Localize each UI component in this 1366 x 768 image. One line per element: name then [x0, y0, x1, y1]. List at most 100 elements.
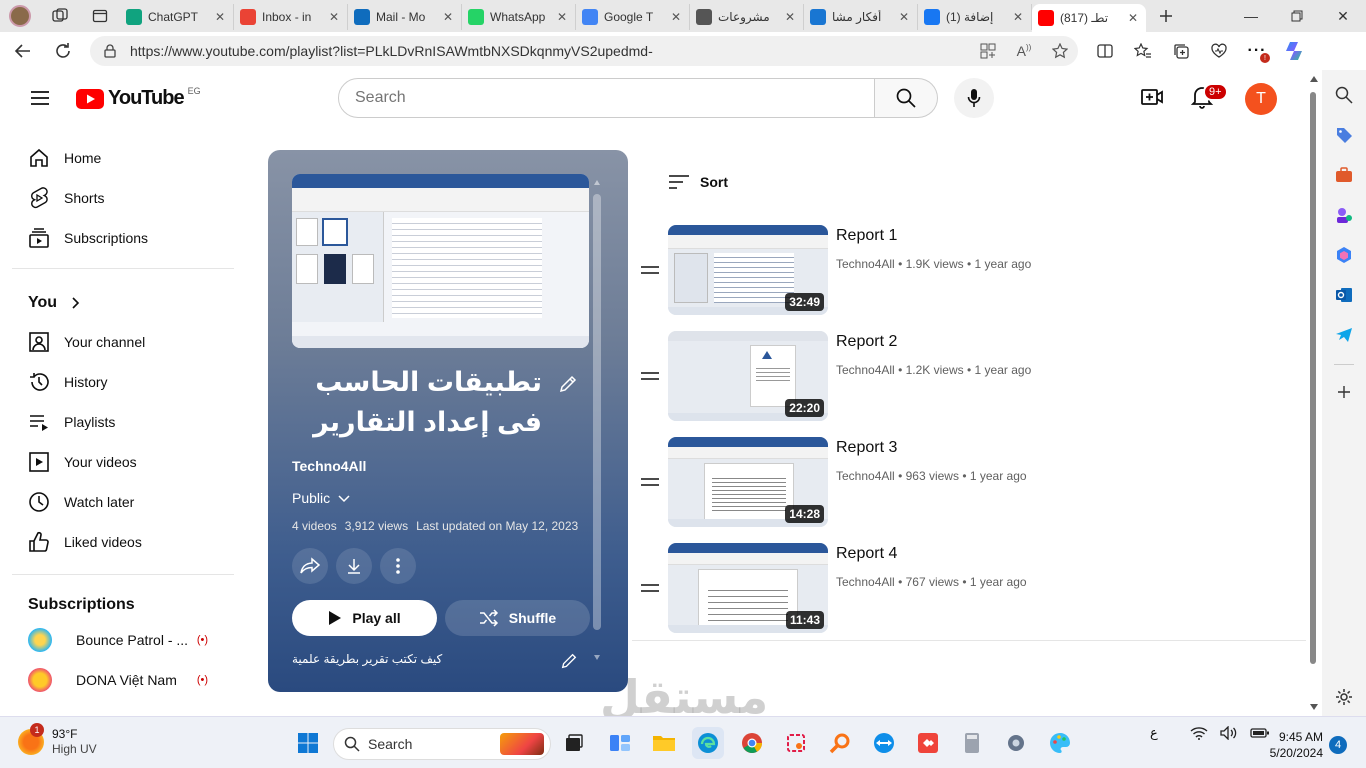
video-title[interactable]: Report 3	[836, 439, 897, 457]
video-thumbnail[interactable]: 22:20	[668, 331, 828, 421]
guide-item-your-videos[interactable]: Your videos	[16, 442, 236, 482]
playlist-owner-link[interactable]: Techno4All	[292, 458, 366, 474]
guide-item-your-channel[interactable]: Your channel	[16, 322, 236, 362]
close-window-button[interactable]: ✕	[1320, 0, 1366, 32]
search-input[interactable]	[338, 78, 875, 118]
guide-item-history[interactable]: History	[16, 362, 236, 402]
favorite-star-icon[interactable]	[1042, 43, 1078, 59]
input-language-indicator[interactable]: ع	[1150, 725, 1158, 741]
video-channel[interactable]: Techno4All	[836, 363, 895, 377]
split-screen-icon[interactable]	[1086, 35, 1124, 67]
video-channel[interactable]: Techno4All	[836, 257, 895, 271]
more-actions-button[interactable]	[380, 548, 416, 584]
task-view-icon[interactable]	[558, 727, 590, 759]
video-channel[interactable]: Techno4All	[836, 575, 895, 589]
browser-tab[interactable]: Mail - Mo ✕	[348, 4, 462, 30]
tools-briefcase-icon[interactable]	[1329, 160, 1359, 190]
app-available-icon[interactable]	[970, 43, 1006, 59]
playlist-video-item[interactable]: 14:28 Report 3 Techno4All • 963 views • 1 …	[632, 437, 1308, 537]
playlist-video-item[interactable]: 11:43 Report 4 Techno4All • 767 views • 1 …	[632, 543, 1308, 643]
create-button[interactable]	[1140, 86, 1164, 108]
page-scrollbar[interactable]	[1306, 70, 1322, 716]
teamviewer-icon[interactable]	[868, 727, 900, 759]
magnifier-app-icon[interactable]	[824, 727, 856, 759]
edit-description-pencil-icon[interactable]	[560, 652, 578, 670]
browser-tab[interactable]: أفكار مشا ✕	[804, 4, 918, 30]
anydesk-icon[interactable]	[912, 727, 944, 759]
download-button[interactable]	[336, 548, 372, 584]
start-button[interactable]	[292, 727, 324, 759]
browser-tab[interactable]: مشروعات ✕	[690, 4, 804, 30]
microsoft-365-icon[interactable]	[1329, 240, 1359, 270]
video-title[interactable]: Report 2	[836, 333, 897, 351]
minimize-button[interactable]: —	[1228, 0, 1274, 32]
paint-app-icon[interactable]	[1044, 727, 1076, 759]
workspaces-icon[interactable]	[40, 0, 80, 32]
account-avatar[interactable]: T	[1245, 83, 1277, 115]
read-aloud-icon[interactable]: A))	[1006, 43, 1042, 59]
search-button[interactable]	[875, 78, 938, 118]
tab-close-icon[interactable]: ✕	[1126, 11, 1140, 25]
tab-close-icon[interactable]: ✕	[669, 10, 683, 24]
share-button[interactable]	[292, 548, 328, 584]
playlist-thumbnail[interactable]	[292, 174, 589, 348]
favorites-icon[interactable]	[1124, 35, 1162, 67]
games-icon[interactable]	[1329, 200, 1359, 230]
outlook-icon[interactable]	[1329, 280, 1359, 310]
taskbar-search[interactable]: Search	[333, 728, 551, 760]
drag-handle-icon[interactable]	[640, 583, 660, 593]
playlist-video-item[interactable]: 22:20 Report 2 Techno4All • 1.2K views • 1…	[632, 331, 1308, 431]
drag-handle-icon[interactable]	[640, 477, 660, 487]
play-all-button[interactable]: Play all	[292, 600, 437, 636]
guide-item-home[interactable]: Home	[16, 138, 236, 178]
browser-essentials-icon[interactable]	[1200, 35, 1238, 67]
settings-app-icon[interactable]	[1000, 727, 1032, 759]
wifi-icon[interactable]	[1190, 726, 1208, 740]
refresh-button[interactable]	[46, 35, 80, 67]
subscription-item[interactable]: Bounce Patrol - ... (•)	[16, 620, 236, 660]
drag-handle-icon[interactable]	[640, 265, 660, 275]
browser-tab[interactable]: (1) إضافة ✕	[918, 4, 1032, 30]
settings-more-icon[interactable]: ···!	[1238, 35, 1276, 67]
taskbar-clock[interactable]: 9:45 AM 5/20/2024	[1263, 729, 1323, 761]
tab-actions-icon[interactable]	[80, 0, 120, 32]
address-bar[interactable]: https://www.youtube.com/playlist?list=PL…	[90, 36, 1078, 66]
tab-close-icon[interactable]: ✕	[783, 10, 797, 24]
shopping-tag-icon[interactable]	[1329, 120, 1359, 150]
privacy-dropdown[interactable]: Public	[292, 490, 352, 506]
tab-close-icon[interactable]: ✕	[1011, 10, 1025, 24]
copilot-icon[interactable]	[1276, 35, 1314, 67]
shuffle-button[interactable]: Shuffle	[445, 600, 590, 636]
add-sidebar-app-icon[interactable]	[1329, 377, 1359, 407]
notification-center-badge[interactable]: 4	[1329, 736, 1347, 754]
playlist-panel-scrollbar[interactable]	[593, 180, 601, 660]
browser-tab[interactable]: (817) تطـ ✕	[1032, 4, 1146, 32]
edit-title-pencil-icon[interactable]	[558, 374, 578, 394]
youtube-logo[interactable]: YouTube EG	[76, 86, 201, 110]
new-tab-button[interactable]	[1146, 0, 1186, 32]
send-telegram-icon[interactable]	[1329, 320, 1359, 350]
you-section-heading[interactable]: You	[28, 294, 83, 312]
tab-close-icon[interactable]: ✕	[441, 10, 455, 24]
file-explorer-icon[interactable]	[648, 727, 680, 759]
profile-avatar[interactable]	[0, 0, 40, 32]
playlist-video-item[interactable]: 32:49 Report 1 Techno4All • 1.9K views • 1…	[632, 225, 1308, 325]
video-thumbnail[interactable]: 14:28	[668, 437, 828, 527]
browser-tab[interactable]: WhatsApp ✕	[462, 4, 576, 30]
back-button[interactable]	[6, 35, 40, 67]
weather-widget[interactable]: 1 93°F High UV	[18, 723, 97, 757]
sidebar-settings-gear-icon[interactable]	[1329, 682, 1359, 712]
widgets-icon[interactable]	[604, 727, 636, 759]
guide-item-shorts[interactable]: Shorts	[16, 178, 236, 218]
video-title[interactable]: Report 4	[836, 545, 897, 563]
tab-close-icon[interactable]: ✕	[555, 10, 569, 24]
collections-icon[interactable]	[1162, 35, 1200, 67]
tab-close-icon[interactable]: ✕	[213, 10, 227, 24]
guide-item-watch-later[interactable]: Watch later	[16, 482, 236, 522]
browser-tab[interactable]: Google T ✕	[576, 4, 690, 30]
snipping-tool-icon[interactable]	[780, 727, 812, 759]
calculator-icon[interactable]	[956, 727, 988, 759]
browser-tab[interactable]: Inbox - in ✕	[234, 4, 348, 30]
edge-taskbar-icon[interactable]	[692, 727, 724, 759]
browser-tab[interactable]: ChatGPT ✕	[120, 4, 234, 30]
